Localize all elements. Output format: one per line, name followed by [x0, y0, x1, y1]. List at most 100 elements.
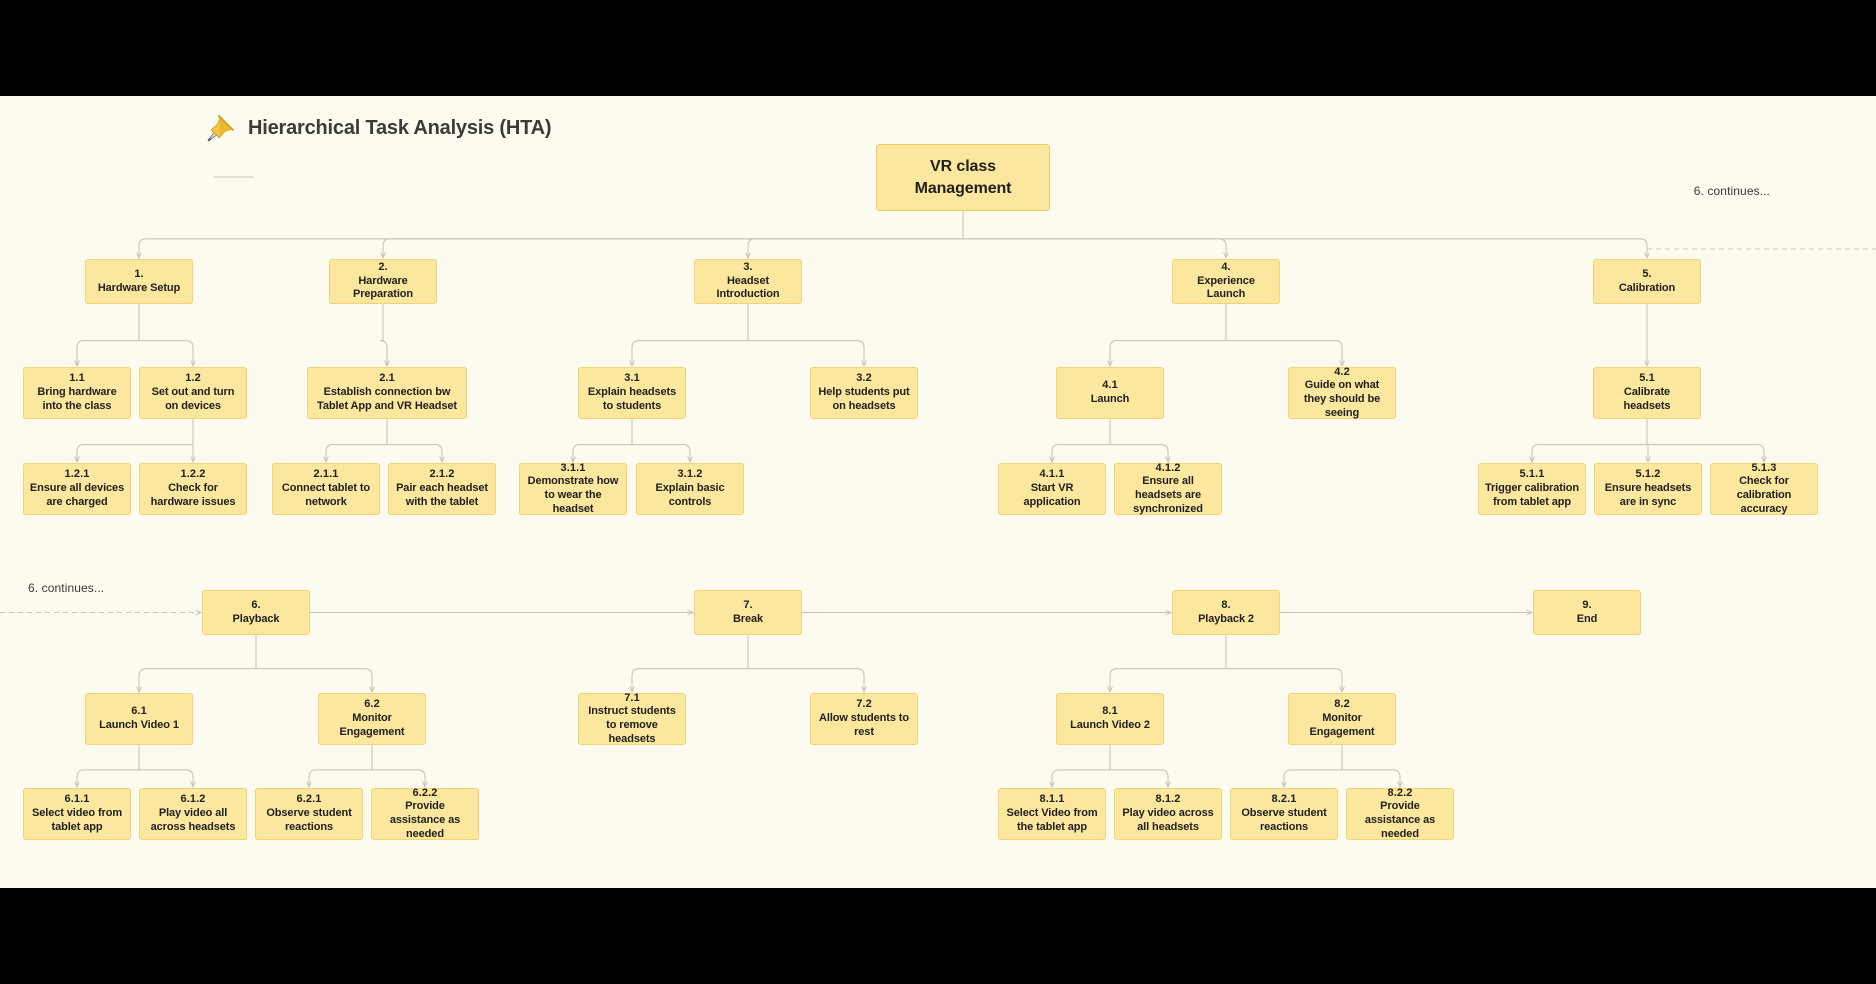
task-node-n6[interactable]: 6. Playback: [202, 590, 310, 635]
task-node-n81[interactable]: 8.1 Launch Video 2: [1056, 693, 1164, 745]
node-label: End: [1576, 612, 1598, 625]
connector: [308, 769, 372, 777]
task-node-n9[interactable]: 9. End: [1533, 590, 1641, 635]
task-node-n312[interactable]: 3.1.2 Explain basic controls: [636, 463, 744, 515]
node-label: Establish connection bw Tablet App and V…: [317, 386, 457, 412]
node-label: Observe student reactions: [266, 807, 352, 833]
node-label: Provide assistance as needed: [1364, 800, 1436, 840]
connector: [138, 238, 963, 246]
task-node-n71[interactable]: 7.1 Instruct students to remove headsets: [578, 692, 686, 745]
connector: [139, 769, 194, 777]
connector: [748, 668, 865, 676]
task-node-n621[interactable]: 6.2.1 Observe student reactions: [255, 788, 363, 840]
node-label: Launch Video 2: [1070, 719, 1150, 731]
node-number: 4.1: [1102, 379, 1118, 392]
task-node-n612[interactable]: 6.1.2 Play video all across headsets: [139, 788, 247, 840]
node-label: Break: [732, 612, 764, 625]
connector: [387, 443, 443, 452]
connector: [1109, 668, 1226, 676]
node-label: Guide on what they should be seeing: [1303, 379, 1381, 419]
node-label: Select video from tablet app: [32, 807, 122, 833]
task-node-n62[interactable]: 6.2 Monitor Engagement: [318, 693, 426, 745]
task-node-n822[interactable]: 8.2.2 Provide assistance as needed: [1346, 787, 1454, 840]
node-number: 6.1: [131, 705, 147, 718]
node-label: Connect tablet to network: [281, 482, 371, 508]
task-node-n311[interactable]: 3.1.1 Demonstrate how to wear the headset: [519, 461, 627, 515]
node-label: Observe student reactions: [1241, 807, 1327, 833]
task-node-n12[interactable]: 1.2 Set out and turn on devices: [139, 367, 247, 419]
pushpin-icon: [207, 115, 234, 142]
connector: [963, 238, 1648, 246]
node-number: 3.1: [624, 372, 640, 385]
node-label: Play video all across headsets: [150, 807, 236, 833]
task-node-n811[interactable]: 8.1.1 Select Video from the tablet app: [998, 788, 1106, 840]
node-number: 3.1.2: [677, 468, 703, 481]
node-number: 8.1: [1102, 705, 1118, 718]
connector: [631, 339, 748, 348]
connector: [1109, 339, 1226, 348]
node-label: Playback 2: [1198, 612, 1254, 625]
task-node-n611[interactable]: 6.1.1 Select video from tablet app: [23, 788, 131, 840]
task-node-n512[interactable]: 5.1.2 Ensure headsets are in sync: [1594, 463, 1702, 515]
root-node-line1: VR class: [930, 157, 996, 175]
node-number: 8.1.2: [1155, 793, 1181, 806]
task-node-n5[interactable]: 5. Calibration: [1593, 259, 1701, 304]
task-node-n1[interactable]: 1. Hardware Setup: [85, 259, 193, 304]
task-node-n412[interactable]: 4.1.2 Ensure all headsets are synchronize…: [1114, 462, 1222, 515]
node-label: Pair each headset with the tablet: [396, 482, 488, 508]
task-node-n211[interactable]: 2.1.1 Connect tablet to network: [272, 463, 380, 515]
node-number: 2.1: [379, 372, 395, 385]
node-number: 6.: [251, 598, 261, 611]
node-number: 3.1.1: [560, 461, 586, 474]
connector: [631, 668, 748, 676]
connector: [76, 443, 193, 452]
task-node-n41[interactable]: 4.1 Launch: [1056, 367, 1164, 419]
node-number: 5.1.1: [1519, 468, 1545, 481]
node-label: Play video across all headsets: [1122, 807, 1214, 833]
task-node-n121[interactable]: 1.2.1 Ensure all devices are charged: [23, 463, 131, 515]
task-node-n32[interactable]: 3.2 Help students put on headsets: [810, 367, 918, 419]
task-node-n2[interactable]: 2. Hardware Preparation: [329, 259, 437, 304]
connector: [325, 443, 387, 452]
node-number: 6.2.2: [412, 786, 438, 799]
node-label: Allow students to rest: [819, 712, 909, 738]
task-node-n42[interactable]: 4.2 Guide on what they should be seeing: [1288, 366, 1396, 419]
task-node-n51[interactable]: 5.1 Calibrate headsets: [1593, 367, 1701, 419]
task-node-n11[interactable]: 1.1 Bring hardware into the class: [23, 367, 131, 419]
task-node-root[interactable]: VR class Management: [876, 144, 1050, 211]
task-node-n622[interactable]: 6.2.2 Provide assistance as needed: [371, 786, 479, 840]
node-number: 2.: [378, 260, 388, 273]
task-node-n31[interactable]: 3.1 Explain headsets to students: [578, 367, 686, 419]
task-node-n513[interactable]: 5.1.3 Check for calibration accuracy: [1710, 462, 1818, 515]
task-node-n21[interactable]: 2.1 Establish connection bw Tablet App an…: [307, 367, 467, 419]
task-node-n3[interactable]: 3. Headset Introduction: [694, 259, 802, 304]
node-number: 2.1.1: [313, 468, 339, 481]
task-node-n511[interactable]: 5.1.1 Trigger calibration from tablet app: [1478, 463, 1586, 515]
node-label: Check for hardware issues: [150, 482, 236, 508]
task-node-n61[interactable]: 6.1 Launch Video 1: [85, 693, 193, 745]
node-number: 5.1.2: [1635, 468, 1661, 481]
diagram-canvas[interactable]: Hierarchical Task Analysis (HTA) 6. cont…: [0, 96, 1876, 888]
task-node-n411[interactable]: 4.1.1 Start VR application: [998, 463, 1106, 515]
connector: [1226, 339, 1343, 348]
node-number: 7.: [743, 598, 753, 611]
node-number: 3.2: [856, 372, 872, 385]
node-label: Hardware Preparation: [352, 274, 414, 301]
node-label: Help students put on headsets: [818, 386, 910, 412]
page-title: Hierarchical Task Analysis (HTA): [248, 116, 552, 139]
task-node-n122[interactable]: 1.2.2 Check for hardware issues: [139, 463, 247, 515]
task-node-n72[interactable]: 7.2 Allow students to rest: [810, 693, 918, 745]
task-node-n82[interactable]: 8.2 Monitor Engagement: [1288, 693, 1396, 745]
task-node-n212[interactable]: 2.1.2 Pair each headset with the tablet: [388, 463, 496, 515]
node-label: Trigger calibration from tablet app: [1484, 482, 1580, 508]
node-label: Launch Video 1: [99, 719, 179, 731]
node-number: 5.: [1642, 267, 1652, 280]
task-node-n4[interactable]: 4. Experience Launch: [1172, 259, 1280, 304]
connector: [1647, 443, 1765, 452]
task-node-n812[interactable]: 8.1.2 Play video across all headsets: [1114, 788, 1222, 840]
letterbox-bottom: [0, 888, 1876, 984]
task-node-n8[interactable]: 8. Playback 2: [1172, 590, 1280, 635]
task-node-n7[interactable]: 7. Break: [694, 590, 802, 635]
task-node-n821[interactable]: 8.2.1 Observe student reactions: [1230, 788, 1338, 840]
node-number: 1.2.1: [64, 468, 90, 481]
